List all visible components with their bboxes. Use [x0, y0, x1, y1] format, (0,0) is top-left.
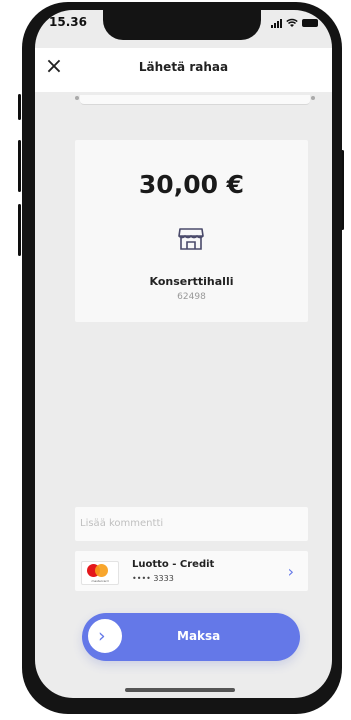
merchant-name: Konserttihalli: [149, 275, 234, 288]
merchant-id: 62498: [177, 292, 206, 302]
comment-field[interactable]: Lisää kommentti: [75, 507, 308, 541]
phone-frame: 15.36 × Lähetä rahaa 30,00 € Konserttiha…: [0, 0, 351, 720]
comment-placeholder: Lisää kommentti: [80, 518, 164, 529]
app-screen: 15.36 × Lähetä rahaa 30,00 € Konserttiha…: [35, 10, 332, 698]
home-indicator: [125, 688, 235, 692]
header-bar: × Lähetä rahaa: [35, 48, 332, 92]
wifi-icon: [286, 18, 298, 27]
card-name: Luotto - Credit: [132, 559, 215, 570]
side-button: [18, 140, 21, 192]
payment-method-selector[interactable]: mastercard Luotto - Credit •••• 3333 ›: [75, 551, 308, 591]
chevron-right-icon: ›: [98, 625, 106, 647]
signal-icon: [271, 18, 282, 28]
mastercard-text: mastercard: [91, 579, 109, 583]
page-title: Lähetä rahaa: [138, 60, 229, 74]
side-button: [18, 204, 21, 256]
camera-notch: [103, 10, 261, 40]
payment-amount: 30,00 €: [138, 170, 245, 199]
pay-button[interactable]: › Maksa: [82, 613, 300, 661]
status-icons: [271, 18, 318, 28]
mastercard-logo: mastercard: [81, 561, 119, 585]
carousel-strip: [75, 95, 315, 105]
carousel-card-edge: [80, 95, 310, 105]
status-time: 15.36: [49, 15, 87, 29]
store-icon: [178, 228, 204, 250]
left-dot: [75, 96, 79, 100]
side-button: [18, 94, 21, 120]
right-dot: [311, 96, 315, 100]
battery-icon: [302, 19, 318, 27]
pay-button-label: Maksa: [177, 629, 221, 643]
card-number: •••• 3333: [132, 574, 174, 583]
pay-slider-handle[interactable]: ›: [86, 617, 124, 655]
payment-summary-card: 30,00 € Konserttihalli 62498: [75, 140, 308, 322]
chevron-right-icon: ›: [287, 562, 294, 581]
